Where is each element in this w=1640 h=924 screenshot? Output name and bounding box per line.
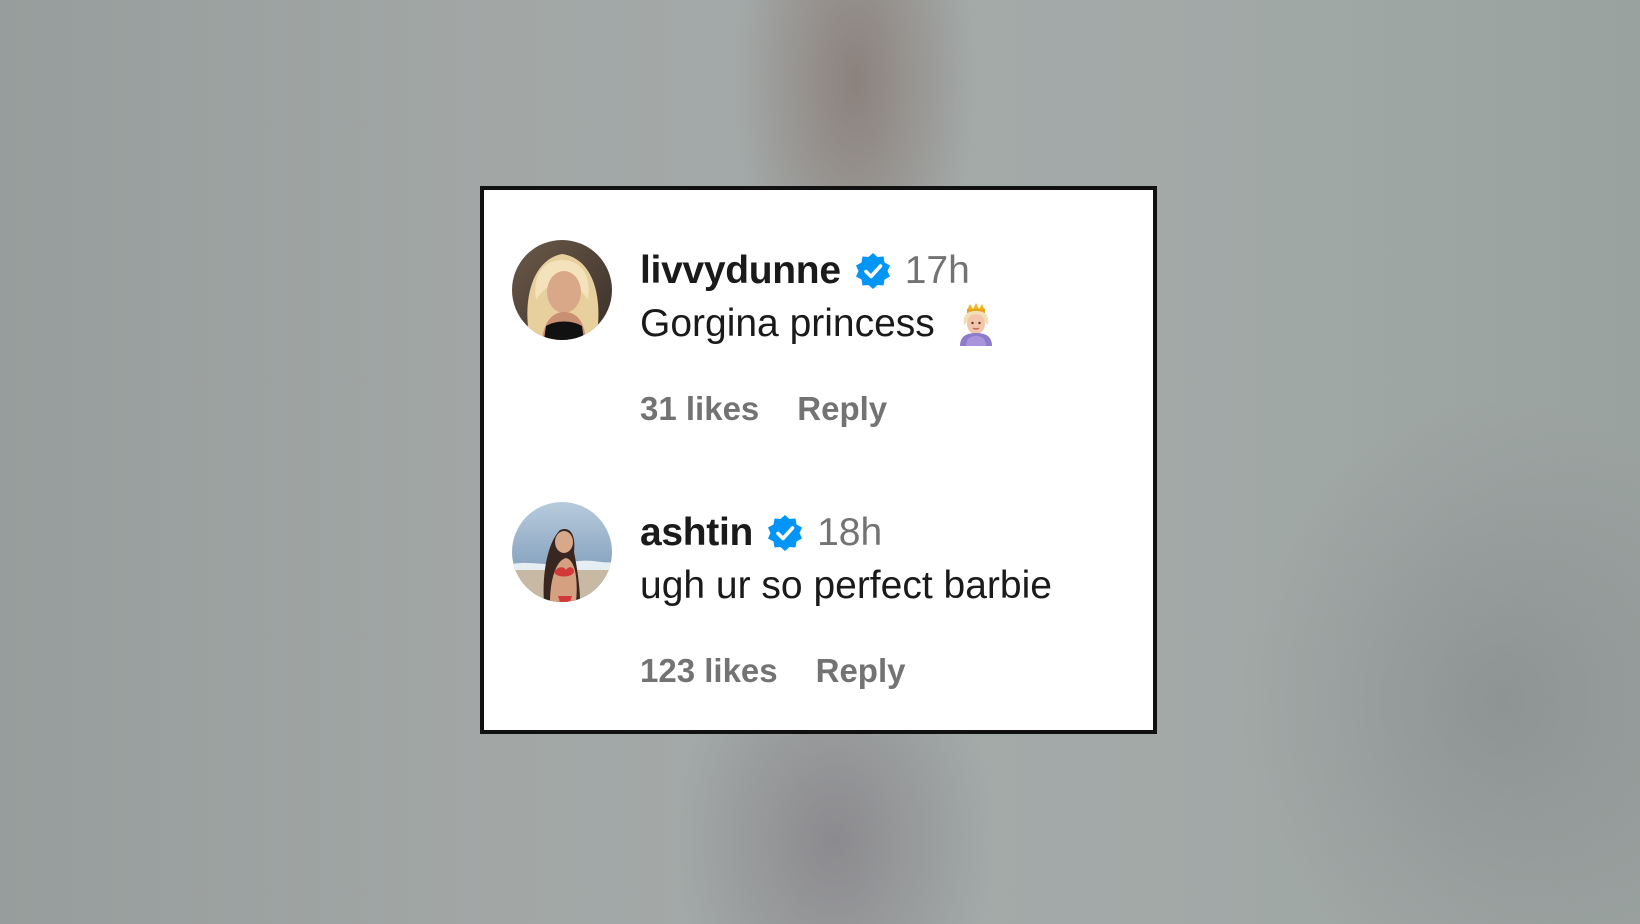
comment-actions: 31 likes Reply xyxy=(640,390,887,428)
comment-actions: 123 likes Reply xyxy=(640,652,906,690)
username[interactable]: livvydunne xyxy=(640,249,841,293)
timestamp: 17h xyxy=(904,249,970,292)
avatar[interactable] xyxy=(512,240,612,340)
comments-card: livvydunne 17h Gorgina princess 31 likes… xyxy=(480,186,1157,734)
verified-badge-icon xyxy=(853,251,893,291)
princess-emoji-icon xyxy=(955,302,997,346)
reply-button[interactable]: Reply xyxy=(816,652,906,690)
likes-count[interactable]: 123 likes xyxy=(640,652,778,690)
timestamp: 18h xyxy=(817,511,883,554)
comment-header: ashtin 18h xyxy=(640,510,882,556)
comment-header: livvydunne 17h xyxy=(640,248,970,294)
avatar[interactable] xyxy=(512,502,612,602)
username[interactable]: ashtin xyxy=(640,511,753,555)
comment-text-row: Gorgina princess xyxy=(640,302,997,346)
comment-item: ashtin 18h ugh ur so perfect barbie 123 … xyxy=(512,502,1132,702)
comment-text-row: ugh ur so perfect barbie xyxy=(640,564,1052,608)
comment-text: Gorgina princess xyxy=(640,302,935,345)
comment-item: livvydunne 17h Gorgina princess 31 likes… xyxy=(512,240,1132,440)
reply-button[interactable]: Reply xyxy=(797,390,887,428)
verified-badge-icon xyxy=(765,513,805,553)
likes-count[interactable]: 31 likes xyxy=(640,390,759,428)
comment-text: ugh ur so perfect barbie xyxy=(640,564,1052,607)
